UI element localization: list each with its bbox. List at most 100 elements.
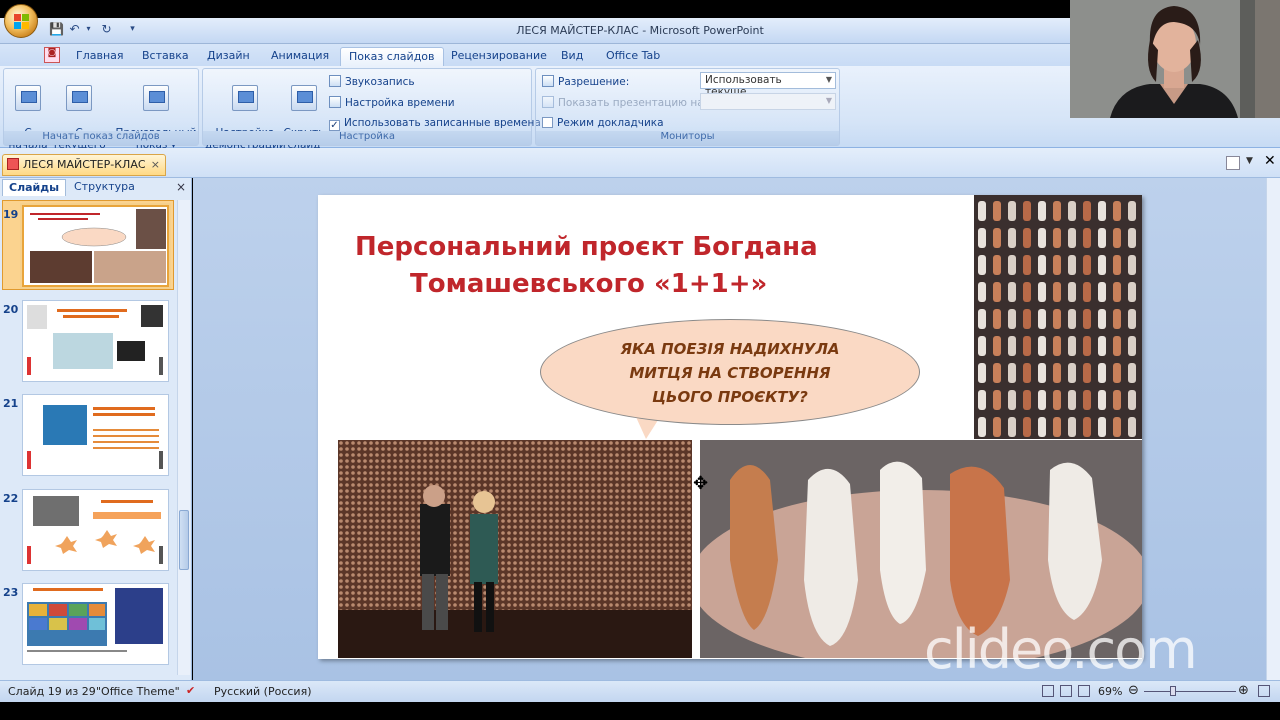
resolution-label-row: Разрешение:	[542, 75, 629, 88]
presenter-view-label: Режим докладчика	[557, 117, 664, 129]
scrollbar-thumb[interactable]	[179, 510, 189, 570]
group-setup-label: Настройка	[203, 131, 531, 145]
use-timings-check-icon: ✓	[329, 120, 340, 131]
zoom-out-icon[interactable]: ⊖	[1128, 683, 1139, 698]
thumb-number: 20	[3, 303, 19, 316]
tab-outline[interactable]: Структура	[68, 179, 141, 196]
tab-office-tab[interactable]: Office Tab	[598, 47, 668, 66]
bottom-black-bar	[0, 702, 1280, 720]
fit-to-window-icon[interactable]	[1258, 685, 1270, 697]
webcam-overlay	[1070, 0, 1280, 118]
group-monitors: Разрешение: Использовать текуще... ▼ Пок…	[535, 68, 840, 146]
theme-name[interactable]: "Office Theme"	[96, 685, 180, 698]
window-title: ЛЕСЯ МАЙСТЕР-КЛАС - Microsoft PowerPoint	[516, 24, 764, 37]
status-bar: Слайд 19 из 29 "Office Theme" ✔ Русский …	[0, 680, 1280, 702]
slideshow-view-icon[interactable]	[1078, 685, 1090, 697]
tab-review[interactable]: Рецензирование	[443, 47, 555, 66]
thumb-number: 21	[3, 397, 19, 410]
monitor-icon	[542, 75, 554, 87]
thumbnail-preview	[27, 496, 163, 564]
show-on-label-row: Показать презентацию на:	[542, 96, 707, 109]
thumbnail-preview	[30, 209, 166, 283]
spellcheck-icon[interactable]: ✔	[186, 684, 195, 697]
document-tab[interactable]: ЛЕСЯ МАЙСТЕР-КЛАС ×	[2, 154, 166, 176]
record-narration-button[interactable]: Звукозапись	[329, 75, 415, 88]
resolution-dropdown[interactable]: Использовать текуще... ▼	[700, 72, 836, 98]
bubble-line1: ЯКА ПОЕЗІЯ НАДИХНУЛА	[620, 340, 840, 358]
normal-view-icon[interactable]	[1042, 685, 1054, 697]
slide-thumbnail-21[interactable]	[22, 394, 169, 476]
watermark: clideo.com	[924, 618, 1198, 681]
slide-title-line2: Томашевського «1+1+»	[410, 269, 768, 299]
slide-thumbnail-19[interactable]	[22, 205, 169, 287]
group-start-slideshow: С начала С текущего слайда Произвольный …	[3, 68, 199, 163]
thumb-number: 22	[3, 492, 19, 505]
monitor-disabled-icon	[542, 96, 554, 108]
slide-title[interactable]: Персональний проєкт Богдана Томашевськог…	[355, 229, 915, 303]
close-icon[interactable]: ×	[151, 158, 160, 171]
current-slide[interactable]: Персональний проєкт Богдана Томашевськог…	[318, 195, 1142, 659]
presenter-view-check-icon	[542, 117, 553, 128]
slide-title-line1: Персональний проєкт Богдана	[355, 232, 818, 262]
presenter-view-checkbox[interactable]: Режим докладчика	[542, 117, 664, 129]
group-setup: Настройка демонстрации Скрыть слайд Звук…	[202, 68, 541, 151]
document-tab-name: ЛЕСЯ МАЙСТЕР-КЛАС	[23, 158, 146, 171]
thumb-number: 19	[3, 208, 19, 221]
use-timings-checkbox[interactable]: ✓ Использовать записанные времена	[329, 117, 541, 131]
tab-animation[interactable]: Анимация	[263, 47, 337, 66]
vertical-scrollbar[interactable]	[1266, 178, 1280, 680]
move-cursor-icon: ✥	[693, 473, 709, 494]
zoom-slider-thumb[interactable]	[1170, 686, 1176, 696]
use-timings-label: Использовать записанные времена	[344, 117, 541, 129]
chevron-down-icon: ▼	[825, 75, 832, 84]
resolution-label: Разрешение:	[558, 76, 630, 88]
tab-slides[interactable]: Слайды	[2, 179, 67, 196]
new-document-icon[interactable]	[1226, 156, 1240, 170]
zoom-in-icon[interactable]: ⊕	[1238, 683, 1249, 698]
tab-slideshow[interactable]: Показ слайдов	[340, 47, 444, 66]
bubble-line3: ЦЬОГО ПРОЄКТУ?	[652, 388, 808, 406]
slides-scrollbar[interactable]	[177, 200, 190, 675]
speaker-icon	[329, 75, 341, 87]
slide-thumbnail-23[interactable]	[22, 583, 169, 665]
zoom-slider[interactable]	[1144, 691, 1236, 692]
thumb-number: 23	[3, 586, 19, 599]
projector-current-icon	[66, 85, 92, 111]
chevron-down-icon: ▼	[825, 96, 832, 105]
show-on-label: Показать презентацию на:	[558, 97, 708, 109]
slide-sorter-icon[interactable]	[1060, 685, 1072, 697]
close-pane-icon[interactable]: ×	[176, 180, 186, 194]
document-tab-strip: ЛЕСЯ МАЙСТЕР-КЛАС × ▼ ✕	[0, 148, 1280, 178]
zoom-level[interactable]: 69%	[1098, 685, 1122, 698]
slide-counter: Слайд 19 из 29	[8, 685, 96, 698]
figurines-wall-photo[interactable]	[974, 195, 1142, 439]
artist-photo[interactable]	[338, 440, 692, 658]
group-monitors-label: Мониторы	[536, 131, 839, 145]
slide-thumbnail-22[interactable]	[22, 489, 169, 571]
tab-insert[interactable]: Вставка	[134, 47, 197, 66]
slide-editing-area: Персональний проєкт Богдана Томашевськог…	[193, 178, 1266, 680]
rehearse-timings-label: Настройка времени	[345, 97, 455, 109]
slide-thumbnail-20[interactable]	[22, 300, 169, 382]
tab-menu-chevron-icon[interactable]: ▼	[1246, 156, 1253, 166]
save-icon[interactable]: 💾	[48, 22, 65, 39]
speech-bubble[interactable]: ЯКА ПОЕЗІЯ НАДИХНУЛА МИТЦЯ НА СТВОРЕННЯ …	[540, 319, 920, 425]
tab-view[interactable]: Вид	[553, 47, 591, 66]
clock-icon	[329, 96, 341, 108]
webcam-person-image	[1070, 0, 1280, 118]
office-logo-icon	[14, 14, 29, 29]
group-start-label: Начать показ слайдов	[4, 131, 198, 145]
tab-design[interactable]: Дизайн	[199, 47, 258, 66]
language[interactable]: Русский (Россия)	[214, 685, 312, 698]
customize-qat-icon[interactable]: ▾	[124, 24, 141, 41]
bubble-line2: МИТЦЯ НА СТВОРЕННЯ	[629, 364, 831, 382]
undo-dropdown-icon[interactable]: ▾	[80, 24, 97, 41]
close-window-icon[interactable]: ✕	[1264, 153, 1276, 169]
redo-icon[interactable]: ↻	[98, 22, 115, 39]
office-button[interactable]	[4, 4, 38, 38]
rehearse-timings-button[interactable]: Настройка времени	[329, 96, 455, 109]
pptx-file-icon: ◙	[44, 47, 60, 63]
projector-play-icon	[15, 85, 41, 111]
show-on-dropdown[interactable]: ▼	[700, 93, 836, 110]
tab-home[interactable]: Главная	[68, 47, 132, 66]
